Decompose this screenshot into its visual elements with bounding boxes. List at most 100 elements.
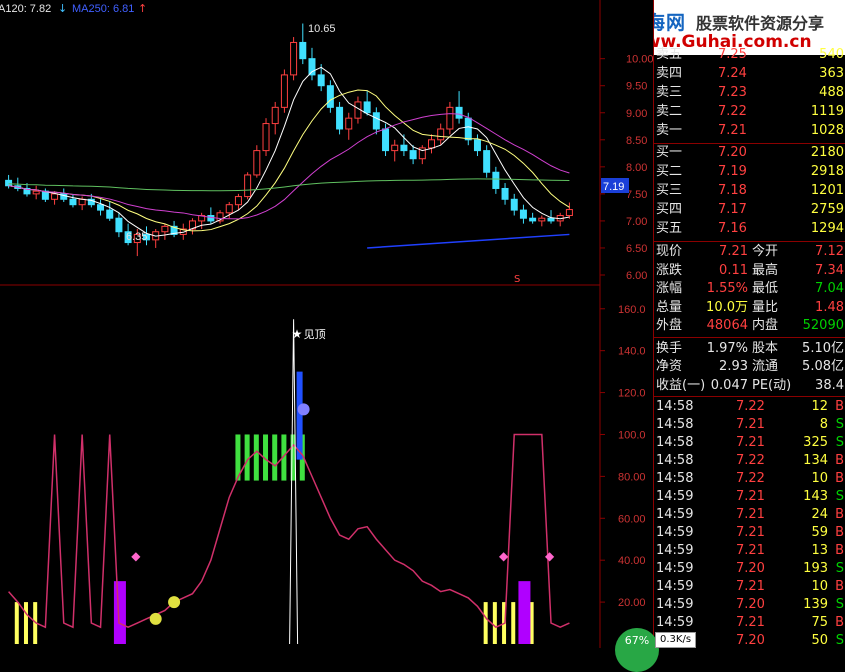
tick-row[interactable]: 14:58 7.22 12 B — [654, 398, 845, 416]
tick-price: 7.20 — [736, 561, 765, 576]
tick-side: S — [835, 597, 844, 612]
book-row[interactable]: 买三 7.18 1201 — [654, 182, 845, 200]
spike-line — [289, 319, 299, 645]
signal-star-icon: ★ — [292, 327, 303, 341]
ma250-line — [367, 233, 570, 249]
book-volume: 1294 — [810, 221, 844, 236]
candle-body — [69, 198, 77, 206]
book-label: 买一 — [656, 145, 683, 160]
signal-label: 见顶 — [304, 328, 326, 341]
kline-chart[interactable]: 10.00 9.50 9.00 8.50 8.00 7.50 7.00 6.50 6.00 A12… — [0, 0, 653, 648]
tick-side: B — [835, 471, 844, 486]
book-row[interactable]: 卖三 7.23 488 — [654, 84, 845, 102]
gem-icon: ◆ — [545, 549, 555, 563]
banner-slogan: 股票软件资源分享 — [696, 14, 825, 33]
candle-body — [538, 217, 546, 222]
book-volume: 2180 — [810, 145, 844, 160]
tick-row[interactable]: 14:58 7.22 134 B — [654, 452, 845, 470]
network-speed-widget[interactable]: 67% 0.3K/s — [615, 628, 697, 672]
stats-value: 1.55% — [706, 281, 748, 296]
indicator-axis-label: 120.0 — [618, 388, 646, 400]
tick-row[interactable]: 14:59 7.21 10 B — [654, 578, 845, 596]
tick-side: B — [835, 525, 844, 540]
current-price-value: 7.19 — [603, 181, 624, 193]
tick-time: 14:59 — [656, 561, 694, 576]
tick-row[interactable]: 14:58 7.22 10 B — [654, 470, 845, 488]
banner-logo: 股海网 — [654, 12, 687, 34]
book-row[interactable]: 买四 7.17 2759 — [654, 201, 845, 219]
book-row[interactable]: 买一 7.20 2180 — [654, 144, 845, 162]
price-axis-label: 7.50 — [626, 189, 647, 201]
stats-label: 收益(一) — [656, 377, 706, 393]
book-label: 卖四 — [656, 66, 683, 81]
tick-price: 7.21 — [736, 417, 765, 432]
tick-row[interactable]: 14:59 7.20 139 S — [654, 596, 845, 614]
tick-volume: 10 — [811, 579, 828, 594]
candle-body — [400, 144, 408, 152]
stats-label: 现价 — [656, 244, 683, 259]
book-volume: 363 — [819, 66, 844, 81]
tick-row[interactable]: 14:59 7.21 13 B — [654, 542, 845, 560]
tick-price: 7.21 — [736, 579, 765, 594]
low-price-label: 6.35 — [126, 231, 147, 243]
candle-body — [225, 204, 233, 214]
tick-row[interactable]: 14:59 7.21 59 B — [654, 524, 845, 542]
candle-body — [529, 217, 537, 222]
ticks-divider — [654, 396, 845, 397]
tick-time: 14:58 — [656, 435, 694, 450]
tick-price: 7.21 — [736, 507, 765, 522]
book-row[interactable]: 卖五 7.25 540 — [654, 46, 845, 64]
book-volume: 540 — [819, 47, 844, 62]
book-price: 7.16 — [718, 221, 747, 236]
tick-volume: 75 — [811, 615, 828, 630]
book-row[interactable]: 卖一 7.21 1028 — [654, 122, 845, 140]
tick-row[interactable]: 14:59 7.20 193 S — [654, 560, 845, 578]
tick-price: 7.21 — [736, 435, 765, 450]
book-volume: 488 — [819, 85, 844, 100]
tick-volume: 10 — [811, 471, 828, 486]
book-label: 卖五 — [656, 47, 683, 62]
stats-label: 净资 — [656, 359, 683, 374]
tick-volume: 134 — [803, 453, 828, 468]
book-volume: 2918 — [810, 164, 844, 179]
tick-volume: 50 — [811, 633, 828, 648]
book-row[interactable]: 卖二 7.22 1119 — [654, 103, 845, 121]
stats-row: 涨跌 0.11 最高 7.34 — [654, 262, 845, 280]
candle-body — [271, 106, 279, 125]
tick-time: 14:59 — [656, 507, 694, 522]
book-row[interactable]: 卖四 7.24 363 — [654, 65, 845, 83]
candle-body — [455, 106, 463, 119]
book-price: 7.21 — [718, 123, 747, 138]
candle-body — [78, 198, 86, 206]
book-row[interactable]: 买五 7.16 1294 — [654, 220, 845, 238]
gem-icon: ◆ — [499, 549, 509, 563]
stats-label: 量比 — [752, 299, 779, 315]
candle-body — [437, 128, 445, 141]
candle-body — [409, 150, 417, 160]
tick-row[interactable]: 14:58 7.21 325 S — [654, 434, 845, 452]
signal-bar-purple — [113, 581, 126, 644]
ma120-arrow: ↓ — [58, 2, 67, 15]
tick-volume: 143 — [803, 489, 828, 504]
gem-icon: ◆ — [131, 549, 141, 563]
tick-row[interactable]: 14:58 7.21 8 S — [654, 416, 845, 434]
tick-time: 14:59 — [656, 525, 694, 540]
tick-row[interactable]: 14:59 7.21 143 S — [654, 488, 845, 506]
price-axis-label: 8.50 — [626, 135, 647, 147]
tick-side: B — [835, 399, 844, 414]
speed-rate: 0.3K/s — [655, 632, 697, 648]
indicator-axis-label: 140.0 — [618, 346, 646, 358]
stats-label: 涨幅 — [656, 281, 683, 296]
tick-row[interactable]: 14:59 7.21 24 B — [654, 506, 845, 524]
stats-divider — [654, 241, 845, 242]
signal-bar-yellow — [492, 602, 497, 644]
candle-body — [446, 106, 454, 130]
tick-volume: 8 — [819, 417, 828, 432]
tick-side: S — [835, 435, 844, 450]
book-row[interactable]: 买二 7.19 2918 — [654, 163, 845, 181]
ma120-label: A120: 7.82 — [0, 3, 51, 15]
book-volume: 2759 — [810, 202, 844, 217]
stats-value: 0.11 — [719, 262, 748, 278]
indicator-axis-label: 60.00 — [618, 513, 646, 525]
tick-side: S — [835, 633, 844, 648]
